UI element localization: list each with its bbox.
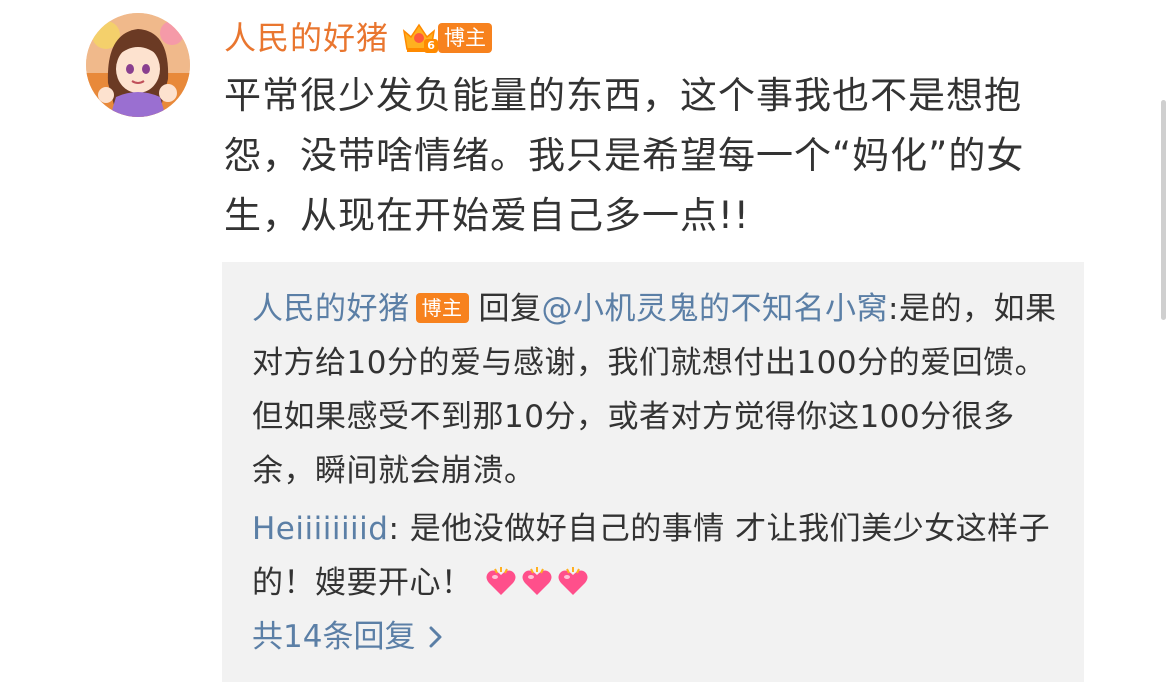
reply-word: 回复 — [478, 291, 542, 327]
heart-emoji-group — [485, 567, 589, 597]
post-text: 平常很少发负能量的东西，这个事我也不是想抱怨，没带啥情绪。我只是希望每一个“妈化… — [224, 74, 1025, 237]
more-replies-link[interactable]: 共14条回复 — [252, 614, 443, 660]
author-tag: 博主 — [438, 23, 493, 53]
heart-emoji-icon — [558, 567, 587, 595]
crown-icon: 6 — [401, 21, 439, 55]
avatar-image — [86, 13, 190, 117]
reply-user[interactable]: 人民的好猪 — [252, 291, 410, 327]
reply-box: 人民的好猪 博主 回复@小机灵鬼的不知名小窝:是的，如果对方给10分的爱与感谢，我们… — [222, 262, 1084, 682]
vip-level: 6 — [424, 39, 439, 53]
scrollbar[interactable] — [1161, 100, 1166, 320]
reply-author-tag: 博主 — [415, 293, 469, 323]
chevron-right-icon — [429, 626, 442, 648]
reply-mention[interactable]: @小机灵鬼的不知名小窝 — [542, 291, 889, 327]
more-replies-label: 共14条回复 — [252, 619, 416, 655]
reply-item[interactable]: Heiiiiiiiid: 是他没做好自己的事情 才让我们美少女这样子的！嫂要开心… — [252, 502, 1062, 610]
reply-item[interactable]: 人民的好猪 博主 回复@小机灵鬼的不知名小窝:是的，如果对方给10分的爱与感谢，我们… — [252, 282, 1062, 498]
avatar[interactable] — [86, 13, 190, 117]
heart-emoji-icon — [522, 567, 551, 595]
post-header: 人民的好猪 6 博主 — [224, 16, 493, 60]
author-name[interactable]: 人民的好猪 — [224, 16, 389, 60]
reply-user[interactable]: Heiiiiiiiid — [252, 511, 388, 547]
vip-badge[interactable]: 6 博主 — [401, 21, 493, 55]
heart-emoji-icon — [486, 567, 515, 595]
